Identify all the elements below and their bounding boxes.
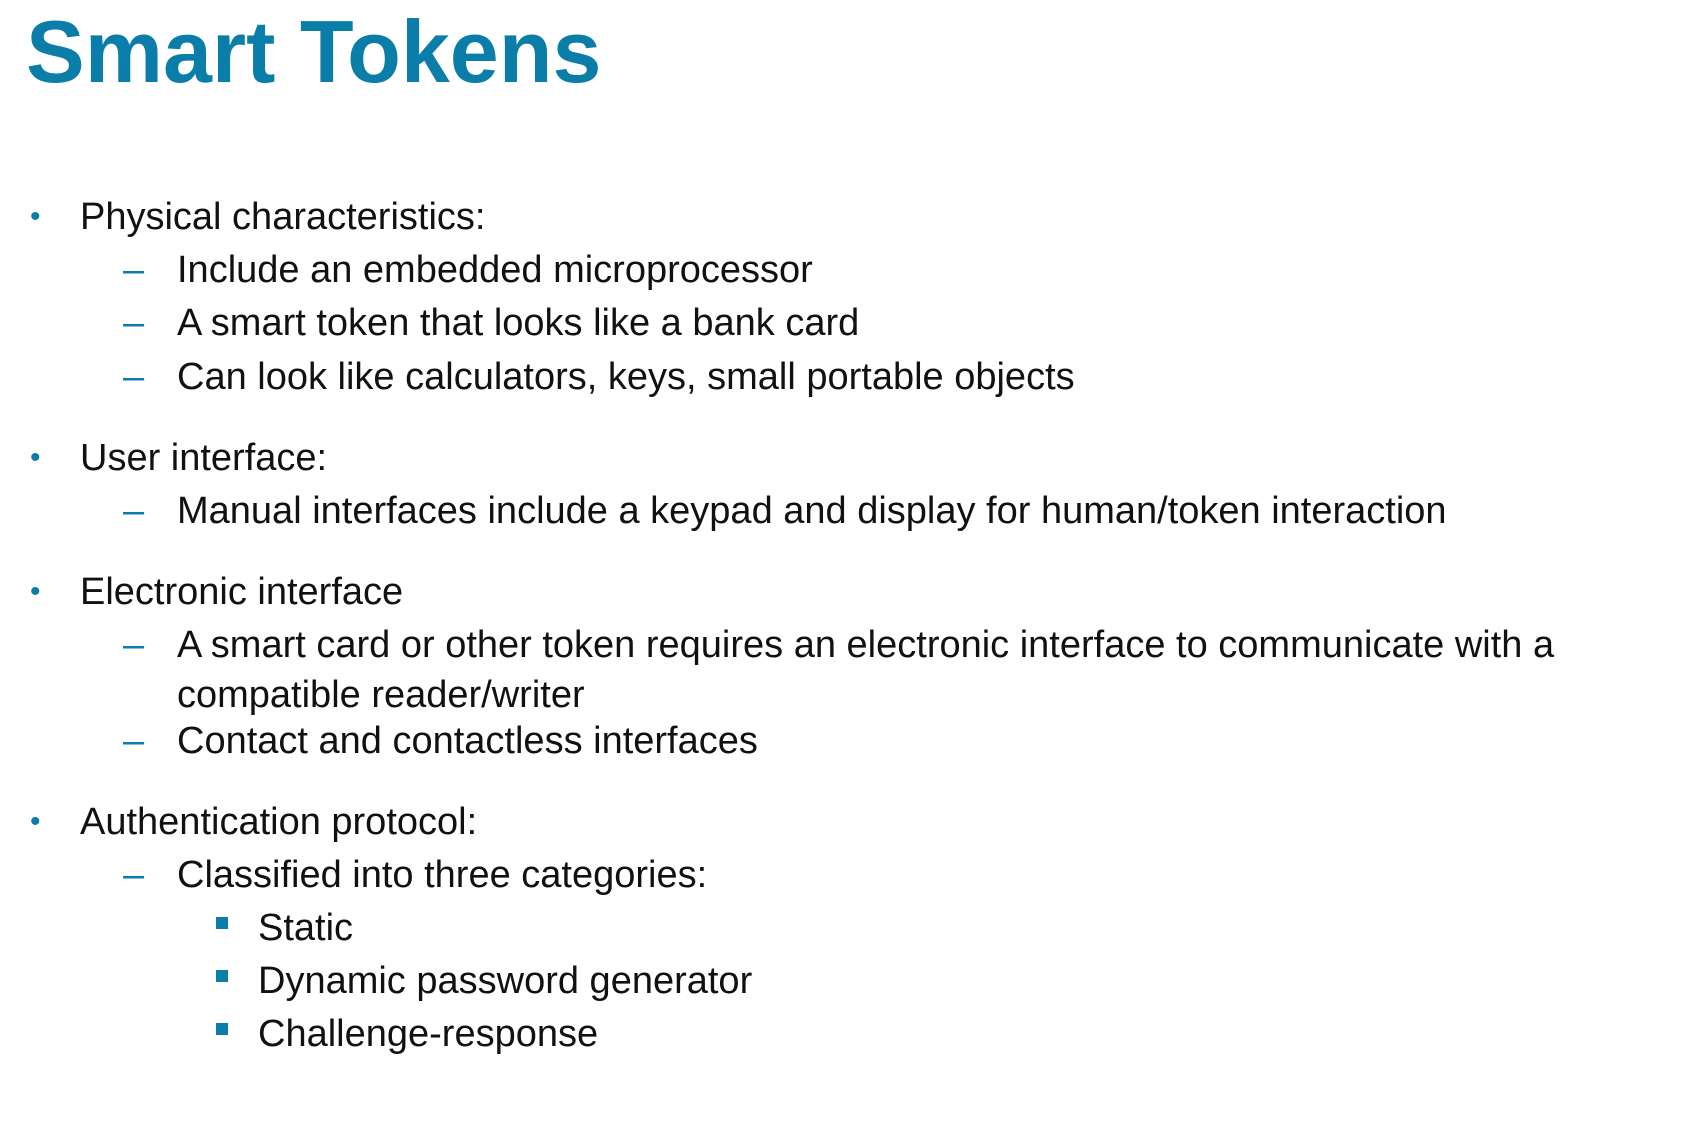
section-heading: User interface: <box>80 437 328 479</box>
sub-item: Contact and contactless interfaces <box>177 720 758 762</box>
dash-icon: – <box>123 356 145 398</box>
dash-icon: – <box>123 720 145 762</box>
list-item: – Manual interfaces include a keypad and… <box>123 486 1447 536</box>
square-bullet-icon <box>216 1023 228 1035</box>
slide: Smart Tokens • Physical characteristics:… <box>0 0 1685 1122</box>
list-item: • Authentication protocol: <box>30 797 478 847</box>
page-title: Smart Tokens <box>26 2 602 101</box>
section-heading: Physical characteristics: <box>80 196 486 238</box>
list-item: • Electronic interface <box>30 567 404 617</box>
sub-item: Include an embedded microprocessor <box>177 249 813 291</box>
dash-icon: – <box>123 249 145 291</box>
list-item: – A smart card or other token requires a… <box>123 620 1667 720</box>
list-item: – A smart token that looks like a bank c… <box>123 298 860 348</box>
bullet-icon: • <box>30 200 41 233</box>
dash-icon: – <box>123 854 145 896</box>
sub-sub-item: Static <box>258 907 354 949</box>
square-bullet-icon <box>216 917 228 929</box>
sub-item: Can look like calculators, keys, small p… <box>177 356 1075 398</box>
sub-sub-item: Challenge-response <box>258 1013 599 1055</box>
list-item: Dynamic password generator <box>216 956 753 1006</box>
sub-sub-item: Dynamic password generator <box>258 960 753 1002</box>
bullet-icon: • <box>30 575 41 608</box>
sub-item: Manual interfaces include a keypad and d… <box>177 490 1447 532</box>
bullet-icon: • <box>30 441 41 474</box>
bullet-icon: • <box>30 805 41 838</box>
section-heading: Authentication protocol: <box>80 801 478 843</box>
dash-icon: – <box>123 302 145 344</box>
list-item: – Contact and contactless interfaces <box>123 716 758 766</box>
list-item: • Physical characteristics: <box>30 192 486 242</box>
section-heading: Electronic interface <box>80 571 404 613</box>
list-item: – Classified into three categories: <box>123 850 708 900</box>
list-item: Challenge-response <box>216 1009 599 1059</box>
list-item: – Include an embedded microprocessor <box>123 245 813 295</box>
square-bullet-icon <box>216 970 228 982</box>
sub-item: A smart token that looks like a bank car… <box>177 302 860 344</box>
dash-icon: – <box>123 624 145 666</box>
dash-icon: – <box>123 490 145 532</box>
list-item: – Can look like calculators, keys, small… <box>123 352 1075 402</box>
list-item: • User interface: <box>30 433 328 483</box>
sub-item: A smart card or other token requires an … <box>177 624 1555 716</box>
list-item: Static <box>216 903 354 953</box>
sub-item: Classified into three categories: <box>177 854 708 896</box>
